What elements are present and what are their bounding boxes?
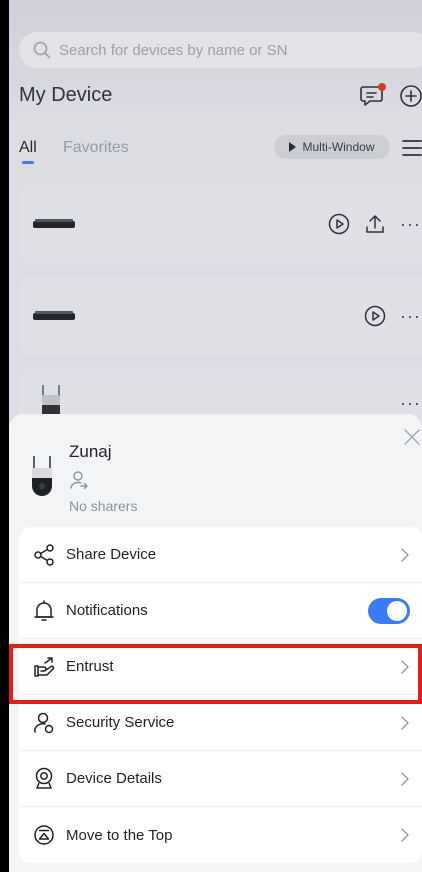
notifications-toggle[interactable]	[368, 598, 410, 624]
share-user-icon[interactable]	[69, 470, 89, 490]
action-list: Share Device Notifications Entrust Secur…	[19, 527, 422, 863]
device-name: Zunaj	[69, 442, 112, 461]
device-details-row[interactable]: Device Details	[19, 751, 422, 807]
chevron-right-icon	[401, 828, 409, 842]
close-icon[interactable]	[403, 428, 421, 446]
phone-screen: Search for devices by name or SN My Devi…	[9, 0, 422, 872]
security-service-row[interactable]: Security Service	[19, 695, 422, 751]
share-device-row[interactable]: Share Device	[19, 527, 422, 583]
security-service-label: Security Service	[66, 714, 175, 731]
move-to-top-label: Move to the Top	[66, 826, 173, 844]
camera-device-icon	[32, 456, 52, 496]
chevron-right-icon	[401, 548, 409, 562]
sharers-status: No sharers	[69, 498, 138, 514]
move-top-icon	[34, 825, 54, 845]
device-details-label: Device Details	[66, 770, 162, 787]
security-person-icon	[34, 712, 54, 734]
notifications-row: Notifications	[19, 583, 422, 639]
device-action-sheet: Zunaj No sharers Share Device Notificati…	[9, 414, 422, 872]
entrust-label: Entrust	[66, 658, 114, 675]
notifications-label: Notifications	[66, 602, 148, 619]
move-to-top-row[interactable]: Move to the Top	[19, 807, 422, 863]
chevron-right-icon	[401, 716, 409, 730]
entrust-hand-icon	[34, 657, 55, 677]
camera-details-icon	[35, 767, 53, 789]
share-icon	[34, 544, 54, 566]
entrust-row[interactable]: Entrust	[19, 639, 422, 695]
chevron-right-icon	[401, 660, 409, 674]
bell-icon	[34, 600, 54, 621]
chevron-right-icon	[401, 772, 409, 786]
share-device-label: Share Device	[66, 546, 157, 563]
